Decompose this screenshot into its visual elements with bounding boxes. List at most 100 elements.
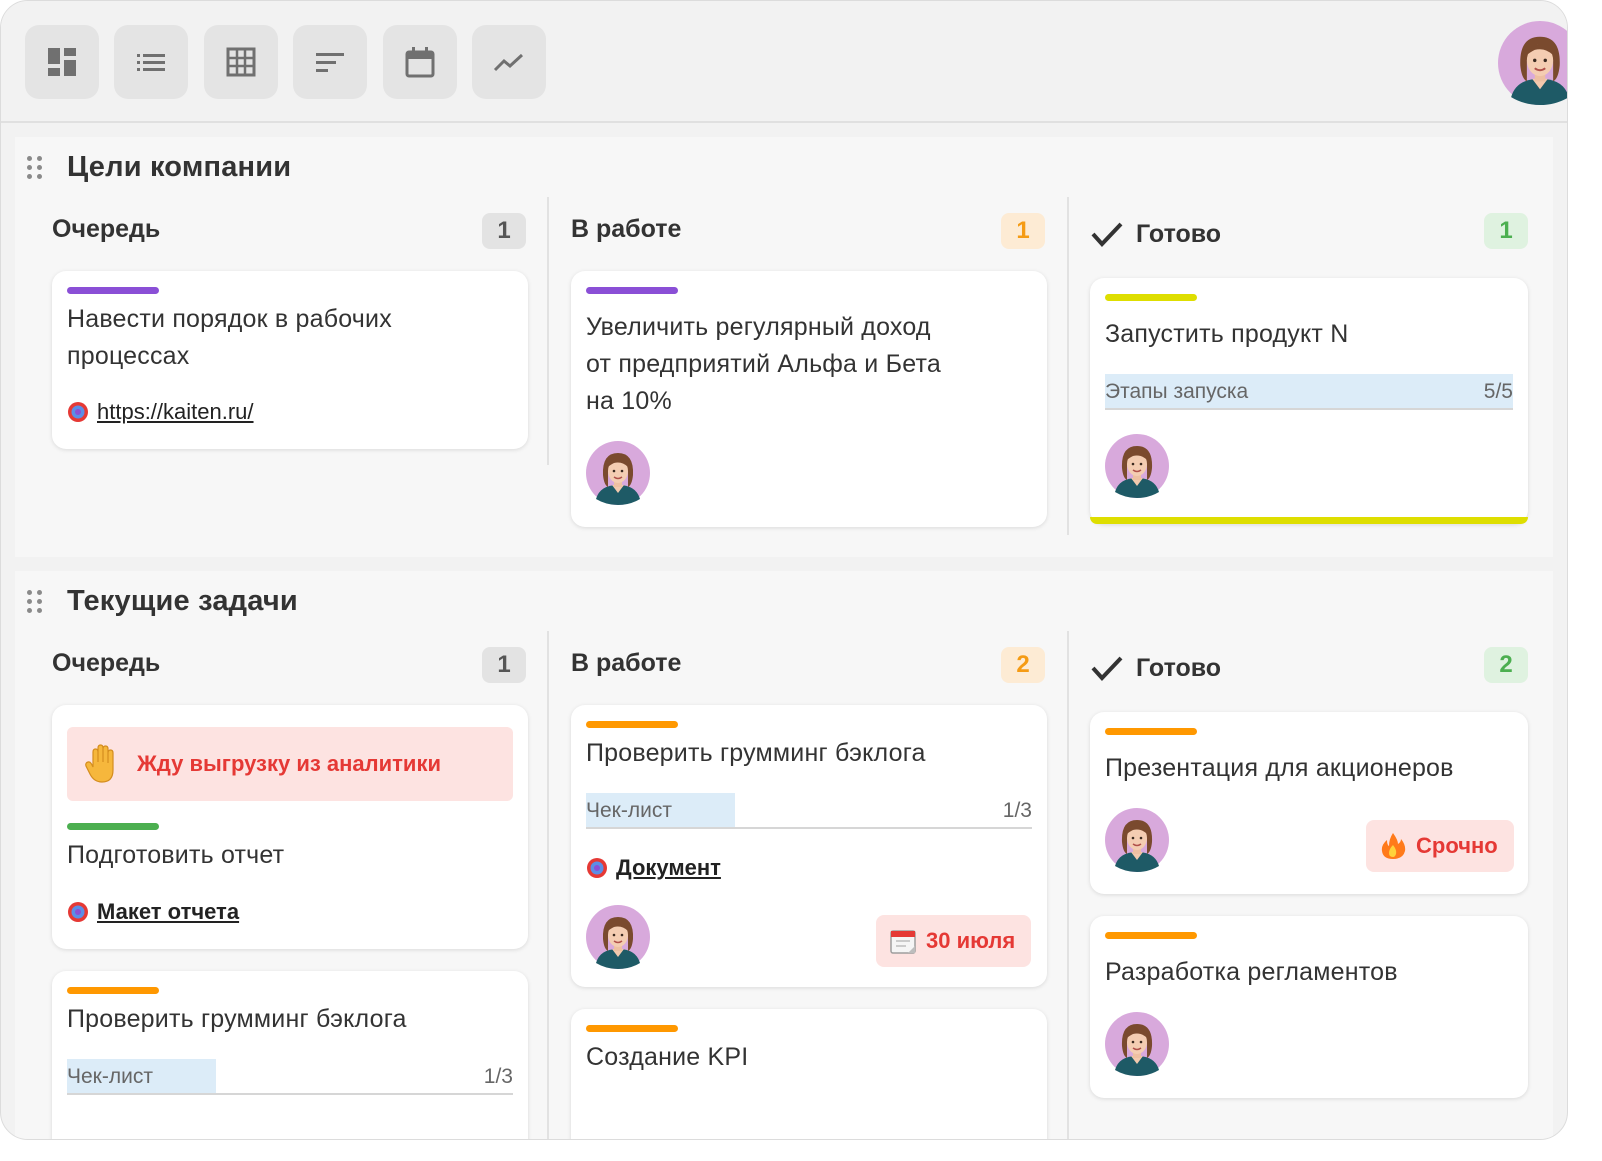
link-icon	[586, 857, 608, 879]
app-window: Цели компании Очередь 1 Навести порядок …	[0, 0, 1568, 1140]
link-icon	[67, 401, 89, 423]
column-header: В работе 1	[534, 197, 1045, 257]
calendar-icon	[890, 930, 916, 954]
card[interactable]: Проверить грумминг бэклога Чек-лист 1/3 …	[571, 705, 1047, 987]
checklist-progress[interactable]: Чек-лист 1/3	[586, 793, 1032, 829]
dashboard-icon	[48, 48, 76, 76]
reports-view-button[interactable]	[472, 25, 546, 99]
done-indicator-bar	[1090, 517, 1528, 524]
urgent-tag[interactable]: Срочно	[1366, 820, 1514, 872]
card-color-stripe	[586, 287, 678, 294]
checklist-progress[interactable]: Чек-лист 1/3	[67, 1059, 513, 1095]
column-in-progress: В работе 1 Увеличить регулярный доход от…	[534, 197, 1047, 537]
card-link[interactable]: Документ	[586, 855, 721, 881]
due-date-badge[interactable]: 30 июля	[876, 915, 1032, 967]
section-title: Цели компании	[67, 151, 292, 183]
drag-handle-icon[interactable]	[25, 589, 43, 615]
card-link[interactable]: https://kaiten.ru/	[67, 399, 254, 425]
card[interactable]: Создание KPI	[571, 1009, 1047, 1139]
section-header: Текущие задачи	[25, 585, 298, 618]
toolbar	[1, 1, 1567, 123]
card[interactable]: Проверить грумминг бэклога Чек-лист 1/3	[52, 971, 528, 1139]
progress-ratio: 5/5	[1483, 380, 1513, 403]
card-color-stripe	[1105, 294, 1197, 301]
count-badge: 1	[482, 647, 526, 683]
section-header: Цели компании	[25, 151, 291, 184]
card[interactable]: Увеличить регулярный доход от предприяти…	[571, 271, 1047, 527]
column-queue: Очередь 1 Жду выгрузку из аналитики Подг…	[15, 631, 528, 1139]
assignee-avatar[interactable]	[1105, 808, 1169, 872]
card-color-stripe	[1105, 728, 1197, 735]
column-title: Очередь	[52, 215, 161, 243]
card-title: Подготовить отчет	[67, 841, 285, 869]
blocker-text: Жду выгрузку из аналитики	[137, 751, 441, 776]
card-color-stripe	[67, 287, 159, 294]
card-title: Запустить продукт N	[1105, 320, 1349, 348]
assignee-avatar[interactable]	[586, 441, 650, 505]
card-color-stripe	[1105, 932, 1197, 939]
assignee-avatar[interactable]	[1105, 1012, 1169, 1076]
progress-label: Чек-лист	[586, 799, 672, 822]
timeline-icon	[316, 53, 344, 72]
count-badge: 1	[1484, 213, 1528, 249]
count-badge: 1	[482, 213, 526, 249]
column-header: Готово 2	[1053, 631, 1559, 691]
column-header: Готово 1	[1053, 197, 1559, 257]
column-title: Очередь	[52, 649, 161, 677]
board-view-button[interactable]	[25, 25, 99, 99]
count-badge: 1	[1001, 213, 1045, 249]
card-title: Разработка регламентов	[1105, 958, 1398, 986]
table-view-button[interactable]	[204, 25, 278, 99]
column-done: Готово 1 Запустить продукт N Этапы запус…	[1053, 197, 1559, 537]
section-current-tasks: Текущие задачи Очередь 1 Жду выгрузку из…	[15, 571, 1553, 1139]
card-title: Проверить грумминг бэклога	[67, 1005, 407, 1033]
progress-ratio: 1/3	[1002, 799, 1032, 822]
card[interactable]: Навести порядок в рабочих процессах http…	[52, 271, 528, 449]
fire-icon	[1381, 833, 1406, 859]
list-view-button[interactable]	[114, 25, 188, 99]
list-icon	[137, 54, 165, 71]
link-icon	[67, 901, 89, 923]
assignee-avatar[interactable]	[1105, 434, 1169, 498]
column-title: Готово	[1090, 653, 1221, 683]
column-header: В работе 2	[534, 631, 1045, 691]
calendar-view-button[interactable]	[383, 25, 457, 99]
count-badge: 2	[1001, 647, 1045, 683]
card-title: Увеличить регулярный доход от предприяти…	[586, 313, 941, 415]
card-title: Проверить грумминг бэклога	[586, 739, 926, 767]
column-header: Очередь 1	[15, 631, 526, 691]
column-done: Готово 2 Презентация для акционеров Сроч…	[1053, 631, 1559, 1139]
checklist-progress[interactable]: Этапы запуска 5/5	[1105, 374, 1513, 410]
card[interactable]: Жду выгрузку из аналитики Подготовить от…	[52, 705, 528, 949]
drag-handle-icon[interactable]	[25, 155, 43, 181]
progress-label: Чек-лист	[67, 1065, 153, 1088]
card-color-stripe	[67, 987, 159, 994]
chart-icon	[493, 53, 524, 72]
checkmark-icon	[1091, 222, 1123, 247]
progress-label: Этапы запуска	[1105, 380, 1249, 403]
column-title: В работе	[571, 649, 682, 677]
column-in-progress: В работе 2 Проверить грумминг бэклога Че…	[534, 631, 1047, 1139]
card-color-stripe	[586, 1025, 678, 1032]
column-title: В работе	[571, 215, 682, 243]
card-title: Презентация для акционеров	[1105, 754, 1454, 782]
card[interactable]: Разработка регламентов	[1090, 916, 1528, 1098]
calendar-icon	[405, 47, 435, 78]
checkmark-icon	[1091, 656, 1123, 681]
user-avatar[interactable]	[1498, 21, 1568, 105]
card[interactable]: Презентация для акционеров Срочно	[1090, 712, 1528, 894]
column-title: Готово	[1090, 219, 1221, 249]
blocker-banner: Жду выгрузку из аналитики	[67, 727, 513, 801]
timeline-view-button[interactable]	[293, 25, 367, 99]
card-link[interactable]: Макет отчета	[67, 899, 239, 925]
table-icon	[226, 47, 256, 77]
progress-ratio: 1/3	[483, 1065, 513, 1088]
assignee-avatar[interactable]	[586, 905, 650, 969]
column-queue: Очередь 1 Навести порядок в рабочих проц…	[15, 197, 528, 537]
stop-hand-icon	[85, 744, 114, 783]
count-badge: 2	[1484, 647, 1528, 683]
card-title: Создание KPI	[586, 1043, 749, 1071]
card[interactable]: Запустить продукт N Этапы запуска 5/5	[1090, 278, 1528, 524]
card-color-stripe	[586, 721, 678, 728]
card-color-stripe	[67, 823, 159, 830]
